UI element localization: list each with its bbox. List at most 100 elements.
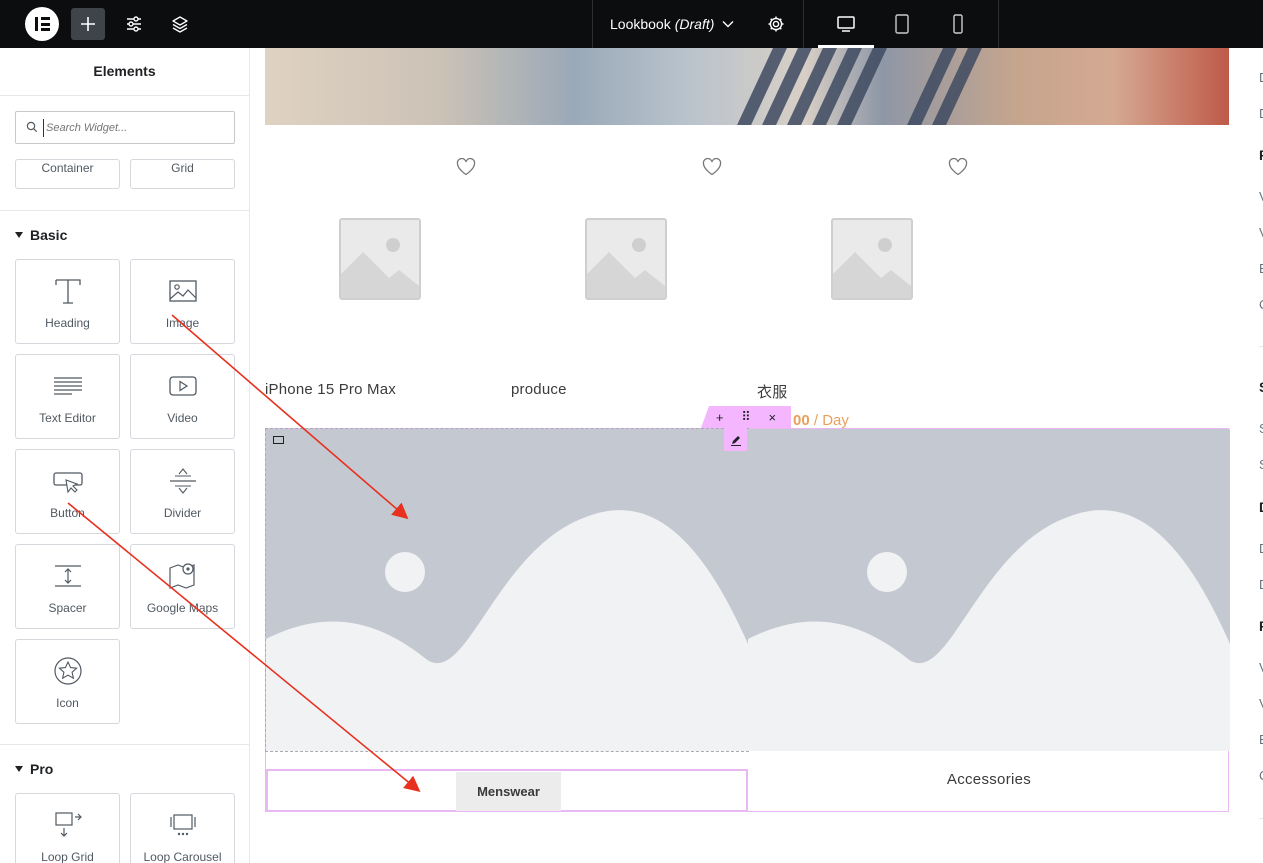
widget-label: Text Editor bbox=[39, 411, 96, 425]
hero-image[interactable] bbox=[265, 48, 1229, 125]
wishlist-heart-icon[interactable] bbox=[948, 158, 968, 176]
product-image-placeholder[interactable] bbox=[339, 218, 421, 300]
accessories-label[interactable]: Accessories bbox=[748, 771, 1230, 788]
wishlist-heart-icon[interactable] bbox=[702, 158, 722, 176]
menswear-image-placeholder[interactable] bbox=[265, 428, 749, 752]
widget-label: Google Maps bbox=[146, 601, 219, 615]
structure-button[interactable] bbox=[164, 8, 196, 40]
category-pro-toggle[interactable]: Pro bbox=[15, 761, 53, 777]
widget-label: Container bbox=[41, 161, 94, 175]
accessories-image-placeholder[interactable] bbox=[748, 429, 1230, 751]
widget-loop-grid[interactable]: Loop Grid bbox=[15, 793, 120, 863]
product-name[interactable]: produce bbox=[511, 381, 567, 398]
widget-google-maps[interactable]: Google Maps bbox=[130, 544, 235, 629]
panel-row: D bbox=[1259, 70, 1263, 85]
panel-row: S bbox=[1259, 421, 1263, 436]
panel-row: V bbox=[1259, 660, 1263, 675]
widget-loop-carousel[interactable]: Loop Carousel bbox=[130, 793, 235, 863]
panel-row: D bbox=[1259, 106, 1263, 121]
widget-divider[interactable]: Divider bbox=[130, 449, 235, 534]
chevron-down-icon bbox=[722, 21, 734, 28]
elementor-logo-icon[interactable] bbox=[25, 7, 59, 41]
price-amount: 00 bbox=[793, 412, 810, 429]
widget-label: Loop Grid bbox=[41, 850, 94, 863]
category-title: Basic bbox=[30, 227, 68, 243]
top-bar: Lookbook (Draft) bbox=[0, 0, 1263, 48]
loop-grid-icon bbox=[54, 812, 82, 837]
section-toolbar: + ⠿ × bbox=[701, 406, 791, 428]
panel-row: D bbox=[1259, 541, 1263, 556]
widget-heading[interactable]: Heading bbox=[15, 259, 120, 344]
heading-icon bbox=[54, 279, 81, 304]
responsive-mode-switcher bbox=[805, 0, 999, 48]
column-handle[interactable] bbox=[266, 429, 291, 451]
panel-row: F bbox=[1259, 618, 1263, 634]
tablet-icon bbox=[895, 14, 909, 34]
product-name[interactable]: iPhone 15 Pro Max bbox=[265, 381, 396, 398]
button-widget-wrapper[interactable]: Menswear bbox=[266, 769, 748, 812]
elements-panel: Elements Container Grid Basic Heading Im… bbox=[0, 48, 250, 863]
tablet-mode-button[interactable] bbox=[874, 0, 930, 48]
wishlist-heart-icon[interactable] bbox=[456, 158, 476, 176]
product-name[interactable]: 衣服 bbox=[757, 381, 787, 402]
desktop-mode-button[interactable] bbox=[818, 0, 874, 48]
category-basic-toggle[interactable]: Basic bbox=[15, 227, 67, 243]
navigator-panel-edge: D D F V V E C S S S D D D F V V E C bbox=[1250, 48, 1263, 863]
widget-spacer[interactable]: Spacer bbox=[15, 544, 120, 629]
panel-row: C bbox=[1259, 297, 1263, 312]
widget-grid[interactable]: Grid bbox=[130, 159, 235, 189]
map-icon bbox=[168, 563, 195, 589]
widget-label: Grid bbox=[171, 161, 194, 175]
star-icon bbox=[53, 657, 82, 685]
divider-icon bbox=[169, 468, 196, 494]
widget-label: Heading bbox=[45, 316, 90, 330]
category-section[interactable]: Menswear Accessories bbox=[265, 428, 1230, 812]
drag-section-handle[interactable]: ⠿ bbox=[741, 409, 751, 425]
product-image-placeholder[interactable] bbox=[831, 218, 913, 300]
loop-carousel-icon bbox=[169, 814, 196, 836]
widget-container[interactable]: Container bbox=[15, 159, 120, 189]
product-image-placeholder[interactable] bbox=[585, 218, 667, 300]
delete-section-button[interactable]: × bbox=[769, 410, 777, 425]
search-icon bbox=[26, 121, 38, 133]
gear-icon[interactable] bbox=[767, 15, 785, 33]
mobile-icon bbox=[953, 14, 963, 34]
widget-search[interactable] bbox=[15, 111, 235, 144]
caret-down-icon bbox=[15, 232, 23, 238]
divider bbox=[0, 210, 249, 211]
panel-row: V bbox=[1259, 189, 1263, 204]
menswear-button[interactable]: Menswear bbox=[456, 772, 561, 811]
button-icon bbox=[52, 472, 83, 494]
widget-video[interactable]: Video bbox=[130, 354, 235, 439]
document-status: (Draft) bbox=[674, 16, 715, 32]
widget-label: Divider bbox=[163, 506, 202, 520]
editor-canvas: iPhone 15 Pro Max produce 衣服 00 / Day Me… bbox=[251, 48, 1263, 863]
widget-icon[interactable]: Icon bbox=[15, 639, 120, 724]
mobile-mode-button[interactable] bbox=[930, 0, 986, 48]
panel-row: C bbox=[1259, 768, 1263, 783]
sliders-icon bbox=[127, 16, 141, 32]
video-icon bbox=[168, 376, 197, 396]
panel-row: F bbox=[1259, 147, 1263, 163]
layers-icon bbox=[172, 16, 188, 33]
desktop-icon bbox=[837, 16, 855, 32]
add-element-button[interactable] bbox=[71, 8, 105, 40]
category-title: Pro bbox=[30, 761, 54, 777]
edit-widget-button[interactable] bbox=[724, 428, 747, 451]
widget-button[interactable]: Button bbox=[15, 449, 120, 534]
widget-image[interactable]: Image bbox=[130, 259, 235, 344]
widget-text-editor[interactable]: Text Editor bbox=[15, 354, 120, 439]
panel-row: V bbox=[1259, 696, 1263, 711]
site-settings-button[interactable] bbox=[118, 8, 150, 40]
widget-label: Video bbox=[167, 411, 198, 425]
pencil-icon bbox=[730, 435, 741, 446]
image-icon bbox=[168, 280, 197, 302]
document-title-dropdown[interactable]: Lookbook (Draft) bbox=[592, 0, 804, 48]
divider bbox=[1259, 346, 1263, 347]
add-section-button[interactable]: + bbox=[716, 410, 724, 425]
document-title: Lookbook bbox=[610, 16, 671, 32]
panel-title: Elements bbox=[0, 48, 249, 96]
search-input[interactable] bbox=[43, 119, 223, 137]
widget-label: Icon bbox=[56, 696, 79, 710]
text-editor-icon bbox=[53, 377, 82, 395]
